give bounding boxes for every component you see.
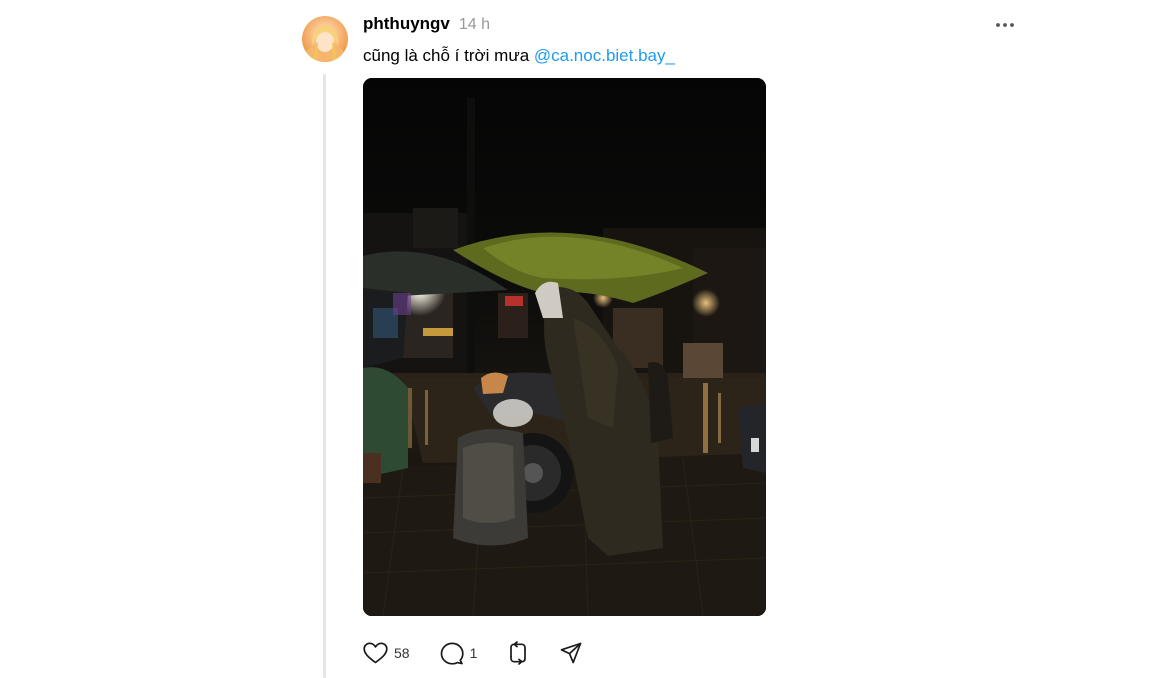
speech-bubble-icon bbox=[440, 642, 464, 665]
heart-icon bbox=[363, 642, 388, 664]
like-button[interactable]: 58 bbox=[363, 642, 410, 664]
mention-link[interactable]: @ca.noc.biet.bay_ bbox=[534, 46, 675, 65]
reply-button[interactable]: 1 bbox=[440, 642, 478, 665]
more-horizontal-icon bbox=[996, 23, 1014, 27]
post-text-body: cũng là chỗ í trời mưa bbox=[363, 46, 534, 65]
post-photo[interactable] bbox=[363, 78, 766, 616]
action-bar: 58 1 bbox=[363, 640, 582, 666]
post-header: phthuyngv 14 h bbox=[363, 14, 490, 36]
username[interactable]: phthuyngv bbox=[363, 14, 450, 34]
thread-line bbox=[323, 74, 326, 678]
repost-arrows-icon bbox=[510, 641, 527, 665]
avatar[interactable] bbox=[302, 16, 348, 62]
share-button[interactable] bbox=[560, 642, 582, 664]
reply-count: 1 bbox=[469, 645, 478, 661]
repost-button[interactable] bbox=[506, 641, 530, 665]
post-text: cũng là chỗ í trời mưa @ca.noc.biet.bay_ bbox=[363, 45, 675, 67]
more-options-button[interactable] bbox=[994, 16, 1016, 34]
send-icon bbox=[561, 642, 582, 664]
thread-post: phthuyngv 14 h cũng là chỗ í trời mưa @c… bbox=[0, 0, 1174, 678]
like-count: 58 bbox=[394, 645, 410, 661]
timestamp[interactable]: 14 h bbox=[459, 16, 490, 34]
night-street-photo bbox=[363, 78, 766, 616]
